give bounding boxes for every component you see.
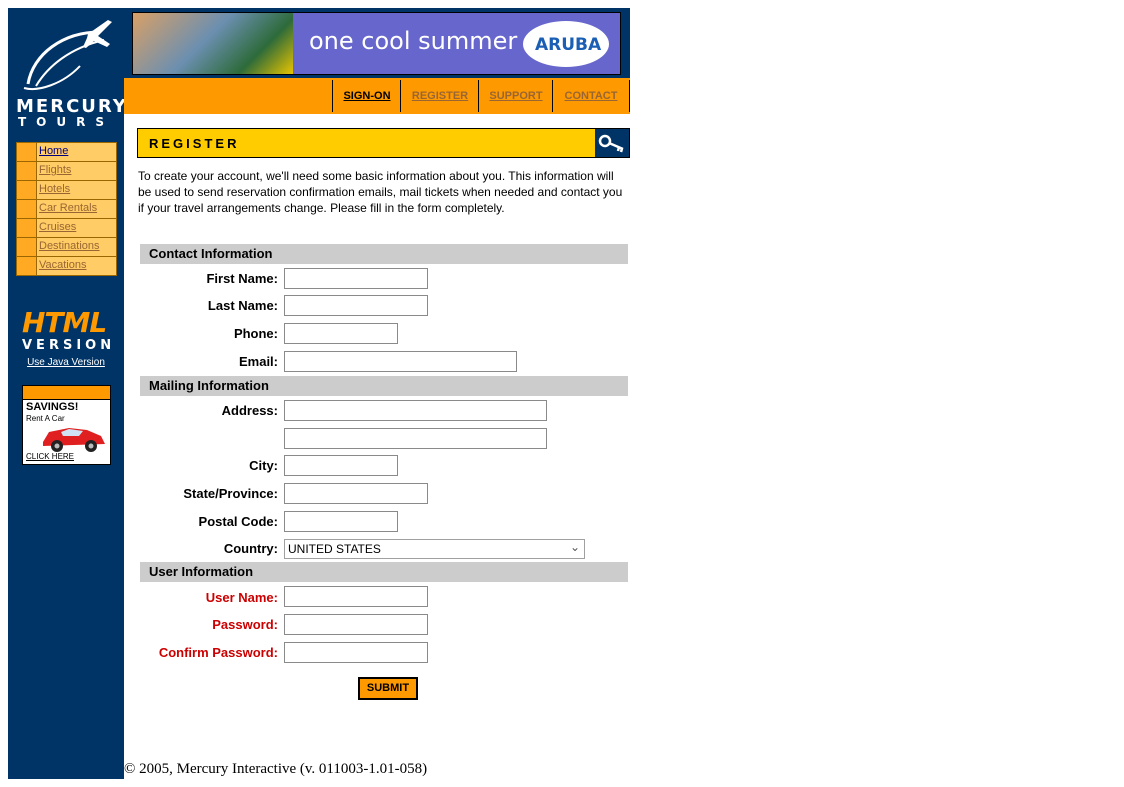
country-label: Country: <box>223 541 278 556</box>
left-nav-item-vacations: Vacations <box>17 257 116 275</box>
password-input[interactable] <box>284 614 428 635</box>
tab-link-contact[interactable]: CONTACT <box>553 90 629 102</box>
address-line1-input[interactable] <box>284 400 547 421</box>
password-label: Password: <box>212 617 278 632</box>
logo-word-mercury: MERCURY <box>16 96 128 117</box>
nav-bullet <box>17 143 37 161</box>
section-user-title: User Information <box>149 564 254 579</box>
intro-text: To create your account, we'll need some … <box>138 169 623 215</box>
banner-slogan: one cool summer <box>309 27 518 55</box>
section-mailing-information: Mailing Information <box>140 376 628 396</box>
nav-bullet <box>17 200 37 218</box>
left-nav-item-hotels: Hotels <box>17 181 116 200</box>
logo-word-tours: TOURS <box>18 115 115 129</box>
last-name-input[interactable] <box>284 295 428 316</box>
tab-register: REGISTER <box>400 80 479 112</box>
aruba-logo: ARUBA <box>523 21 609 67</box>
section-user-information: User Information <box>140 562 628 582</box>
ad-headline: SAVINGS! <box>26 401 79 413</box>
nav-bullet <box>17 238 37 256</box>
page-title-bar: REGISTER <box>137 128 630 158</box>
nav-bullet <box>17 257 37 275</box>
submit-button[interactable]: SUBMIT <box>358 677 418 700</box>
phone-input[interactable] <box>284 323 398 344</box>
ad-header-bar <box>23 386 110 400</box>
postal-code-input[interactable] <box>284 511 398 532</box>
state-province-input[interactable] <box>284 483 428 504</box>
left-nav-link-vacations[interactable]: Vacations <box>39 259 87 271</box>
user-name-label: User Name: <box>205 590 278 605</box>
left-nav-item-destinations: Destinations <box>17 238 116 257</box>
ad-click-here[interactable]: CLICK HERE <box>26 452 74 461</box>
html-version-badge: HTML VERSION <box>20 300 116 354</box>
left-nav-item-cruises: Cruises <box>17 219 116 238</box>
first-name-label: First Name: <box>206 271 278 286</box>
first-name-input[interactable] <box>284 268 428 289</box>
left-nav-link-cruises[interactable]: Cruises <box>39 221 76 233</box>
nav-bullet <box>17 219 37 237</box>
html-badge-title: HTML <box>22 306 107 339</box>
nav-bullet <box>17 162 37 180</box>
left-nav-menu: Home Flights Hotels Car Rentals Cruises … <box>16 142 117 276</box>
footer-copyright: © 2005, Mercury Interactive (v. 011003-1… <box>124 761 428 777</box>
left-nav-link-home[interactable]: Home <box>39 145 68 157</box>
tab-sign-on: SIGN-ON <box>332 80 401 112</box>
section-mailing-title: Mailing Information <box>149 378 269 393</box>
tab-contact: CONTACT <box>552 80 630 112</box>
html-badge-subtitle: VERSION <box>22 338 116 353</box>
key-icon-box <box>595 129 629 157</box>
top-nav-bar: SIGN-ON REGISTER SUPPORT CONTACT <box>124 78 630 114</box>
tab-link-sign-on[interactable]: SIGN-ON <box>333 90 401 102</box>
city-label: City: <box>249 458 278 473</box>
rent-a-car-ad[interactable]: SAVINGS! Rent A Car CLICK HERE <box>22 385 111 465</box>
red-car-icon <box>43 428 105 452</box>
last-name-label: Last Name: <box>207 298 278 313</box>
chevron-down-icon: ⌄ <box>569 540 580 554</box>
left-nav-link-car-rentals[interactable]: Car Rentals <box>39 202 97 214</box>
tab-link-register[interactable]: REGISTER <box>401 90 479 102</box>
mercury-tours-logo[interactable]: MERCURY TOURS <box>8 14 128 129</box>
left-nav-link-flights[interactable]: Flights <box>39 164 71 176</box>
country-selected-value: UNITED STATES <box>288 542 381 556</box>
address-line2-input[interactable] <box>284 428 547 449</box>
left-nav-item-flights: Flights <box>17 162 116 181</box>
city-input[interactable] <box>284 455 398 476</box>
left-nav-item-home: Home <box>17 143 116 162</box>
user-name-input[interactable] <box>284 586 428 607</box>
left-nav-item-car-rentals: Car Rentals <box>17 200 116 219</box>
country-select[interactable]: UNITED STATES ⌄ <box>284 539 585 559</box>
top-banner: one cool summer ARUBA <box>124 8 630 78</box>
aruba-ad-banner[interactable]: one cool summer ARUBA <box>132 12 621 75</box>
postal-code-label: Postal Code: <box>198 514 278 529</box>
left-nav-link-destinations[interactable]: Destinations <box>39 240 100 252</box>
email-label: Email: <box>238 354 278 369</box>
left-sidebar: MERCURY TOURS Home Flights Hotels Car Re… <box>8 8 128 779</box>
phone-label: Phone: <box>233 326 278 341</box>
address-label: Address: <box>221 403 278 418</box>
section-contact-title: Contact Information <box>149 246 273 261</box>
confirm-password-input[interactable] <box>284 642 428 663</box>
left-nav-link-hotels[interactable]: Hotels <box>39 183 70 195</box>
tab-link-support[interactable]: SUPPORT <box>479 90 553 102</box>
aruba-logo-text: ARUBA <box>535 35 602 55</box>
key-icon <box>598 134 624 153</box>
section-contact-information: Contact Information <box>140 244 628 264</box>
use-java-version-link[interactable]: Use Java Version <box>8 357 124 368</box>
email-input[interactable] <box>284 351 517 372</box>
state-province-label: State/Province: <box>183 486 278 501</box>
confirm-password-label: Confirm Password: <box>158 645 278 660</box>
airplane-logo-icon <box>23 20 112 90</box>
tab-support: SUPPORT <box>478 80 553 112</box>
banner-photo <box>133 13 293 74</box>
page-title: REGISTER <box>149 136 240 151</box>
nav-bullet <box>17 181 37 199</box>
